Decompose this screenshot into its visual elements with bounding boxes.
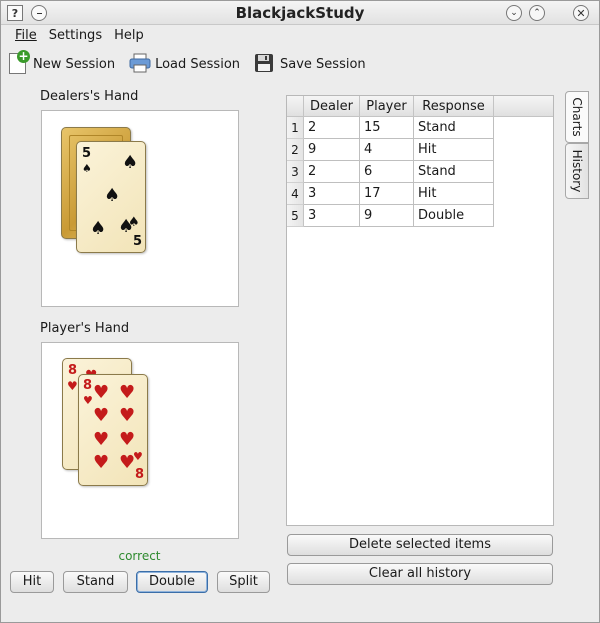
maximize-icon[interactable]: ⌃: [529, 5, 545, 21]
load-session-button[interactable]: Load Session: [129, 53, 240, 75]
cell-player[interactable]: 4: [360, 139, 414, 161]
new-session-button[interactable]: + New Session: [7, 50, 116, 75]
hit-button[interactable]: Hit: [10, 571, 54, 593]
cell-player[interactable]: 9: [360, 205, 414, 227]
dealer-card-rank-top: 5: [82, 146, 92, 161]
cell-response[interactable]: Stand: [414, 117, 494, 139]
heart-icon: ♥: [119, 429, 136, 450]
menu-settings[interactable]: Settings: [43, 26, 108, 46]
heart-icon: ♥: [93, 429, 110, 450]
cell-dealer[interactable]: 3: [304, 205, 360, 227]
title-bar: ? BlackjackStudy ⌄ ⌃ ✕: [1, 1, 599, 25]
player-hand-label: Player's Hand: [40, 321, 130, 336]
heart-icon: ♥: [119, 382, 136, 403]
app-window: ? BlackjackStudy ⌄ ⌃ ✕ File Settings Hel…: [0, 0, 600, 623]
dealer-card-corner-suit: ♠: [82, 162, 92, 175]
player-hand-panel: 8 ♥ ♥ 8 ♥ ♥ ♥ ♥ ♥ ♥ ♥ ♥ ♥ ♥ 8: [41, 342, 239, 539]
dealer-hand-label: Dealers's Hand: [40, 89, 139, 104]
cell-player[interactable]: 6: [360, 161, 414, 183]
dealer-card: 5 ♠ ♠ ♠ ♠ ♠ ♠ 5: [76, 141, 146, 253]
heart-icon: ♥: [93, 452, 110, 473]
cell-dealer[interactable]: 3: [304, 183, 360, 205]
heart-icon: ♥: [93, 405, 110, 426]
row-header[interactable]: 1: [287, 117, 304, 139]
cell-player[interactable]: 15: [360, 117, 414, 139]
load-session-label: Load Session: [155, 56, 241, 72]
spade-icon: ♠: [90, 218, 107, 239]
row-header[interactable]: 4: [287, 183, 304, 205]
heart-icon: ♥: [67, 379, 78, 393]
save-session-button[interactable]: Save Session: [254, 53, 366, 75]
heart-icon: ♥: [93, 382, 110, 403]
row-header[interactable]: 5: [287, 205, 304, 227]
column-header-response[interactable]: Response: [414, 96, 494, 117]
player-card-2-rank-top: 8: [83, 378, 93, 393]
history-table[interactable]: Dealer Player Response 1 2 15 Stand 2 9 …: [286, 95, 554, 526]
result-status: correct: [118, 549, 161, 563]
player-card-2: 8 ♥ ♥ ♥ ♥ ♥ ♥ ♥ ♥ ♥ ♥ 8: [78, 374, 148, 486]
tab-history-label: History: [570, 149, 584, 193]
save-session-label: Save Session: [280, 56, 366, 72]
cell-player[interactable]: 17: [360, 183, 414, 205]
cell-response[interactable]: Double: [414, 205, 494, 227]
floppy-disk-icon: [254, 53, 276, 75]
player-card-1-rank: 8: [68, 363, 78, 378]
stand-button[interactable]: Stand: [63, 571, 128, 593]
new-session-label: New Session: [33, 56, 116, 72]
double-button[interactable]: Double: [136, 571, 208, 593]
heart-icon: ♥: [119, 405, 136, 426]
dealer-hand-panel: 5 ♠ ♠ ♠ ♠ ♠ ♠ 5: [41, 110, 239, 307]
column-header-dealer[interactable]: Dealer: [304, 96, 360, 117]
spade-icon: ♠: [128, 215, 140, 230]
table-header: Dealer Player Response: [287, 96, 553, 117]
menu-file[interactable]: File: [9, 26, 43, 46]
new-document-icon: +: [7, 50, 30, 75]
tab-history[interactable]: History: [565, 143, 589, 199]
spade-icon: ♠: [122, 152, 139, 173]
heart-icon: ♥: [133, 450, 143, 463]
dealer-card-rank-bottom: 5: [133, 234, 143, 249]
cell-dealer[interactable]: 9: [304, 139, 360, 161]
toolbar: + New Session Load Session Save Session: [7, 50, 366, 77]
cell-response[interactable]: Stand: [414, 161, 494, 183]
close-icon[interactable]: ✕: [573, 5, 589, 21]
cell-dealer[interactable]: 2: [304, 117, 360, 139]
row-header[interactable]: 3: [287, 161, 304, 183]
spade-icon: ♠: [104, 185, 121, 206]
player-card-2-rank-bottom: 8: [135, 467, 145, 482]
cell-response[interactable]: Hit: [414, 139, 494, 161]
minimize-icon[interactable]: ⌄: [506, 5, 522, 21]
column-header-player[interactable]: Player: [360, 96, 414, 117]
menu-bar: File Settings Help: [1, 26, 599, 46]
delete-selected-button[interactable]: Delete selected items: [287, 534, 553, 556]
tab-charts-label: Charts: [570, 97, 584, 137]
printer-icon: [129, 53, 151, 75]
cell-response[interactable]: Hit: [414, 183, 494, 205]
corner-header: [287, 96, 304, 117]
row-header[interactable]: 2: [287, 139, 304, 161]
clear-history-button[interactable]: Clear all history: [287, 563, 553, 585]
cell-dealer[interactable]: 2: [304, 161, 360, 183]
heart-icon: ♥: [83, 394, 93, 407]
tab-charts[interactable]: Charts: [565, 91, 589, 143]
split-button[interactable]: Split: [217, 571, 270, 593]
menu-help[interactable]: Help: [108, 26, 150, 46]
